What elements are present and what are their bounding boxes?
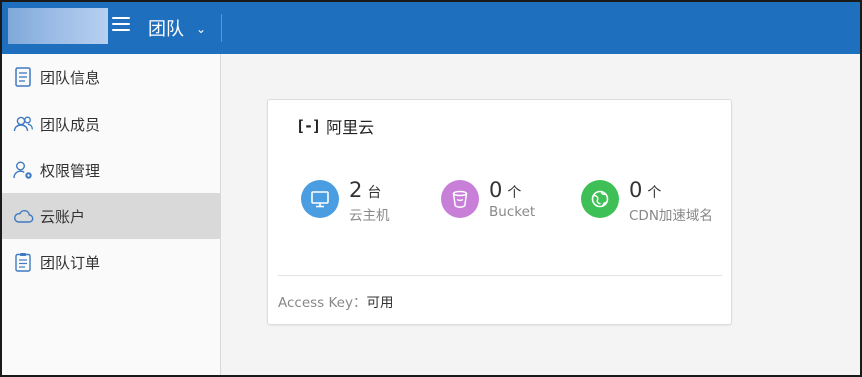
bucket-icon xyxy=(441,180,479,218)
team-switcher[interactable]: 团队 ⌄ xyxy=(148,14,206,42)
access-key-value: 可用 xyxy=(366,295,394,311)
stat-label: Bucket xyxy=(489,204,536,220)
sidebar-item-team-orders[interactable]: 团队订单 xyxy=(2,239,220,285)
access-key-status: Access Key：可用 xyxy=(278,291,393,311)
brand-name: 阿里云 xyxy=(326,118,375,137)
team-title: 团队 xyxy=(148,19,184,40)
sidebar-item-label: 团队成员 xyxy=(40,115,101,134)
topbar-divider xyxy=(221,14,222,42)
stat-buckets[interactable]: 0 个 Bucket xyxy=(441,178,535,220)
aliyun-logo-icon: [-] xyxy=(296,117,321,135)
card-divider xyxy=(278,275,722,276)
stat-unit: 个 xyxy=(507,185,522,201)
globe-icon xyxy=(581,180,619,218)
logo[interactable] xyxy=(8,8,108,44)
sidebar-item-label: 团队订单 xyxy=(40,253,101,272)
stat-label: 云主机 xyxy=(349,208,390,224)
sidebar-item-team-info[interactable]: 团队信息 xyxy=(2,54,220,100)
sidebar-item-team-members[interactable]: 团队成员 xyxy=(2,101,220,147)
sidebar-item-label: 权限管理 xyxy=(40,161,101,180)
stat-cdn-domains[interactable]: 0 个 CDN加速域名 xyxy=(581,178,713,224)
users-icon xyxy=(12,113,34,135)
stat-unit: 个 xyxy=(647,185,662,201)
sidebar-item-label: 团队信息 xyxy=(40,68,101,87)
stat-label: CDN加速域名 xyxy=(629,208,713,224)
stat-cloud-hosts[interactable]: 2 台 云主机 xyxy=(301,178,390,224)
user-settings-icon xyxy=(12,159,34,181)
stat-value: 0 xyxy=(629,178,643,202)
sidebar-item-permissions[interactable]: 权限管理 xyxy=(2,147,220,193)
stat-value: 0 xyxy=(489,178,503,202)
menu-icon[interactable] xyxy=(112,17,130,33)
monitor-icon xyxy=(301,180,339,218)
stat-value: 2 xyxy=(349,178,363,202)
access-key-label: Access Key： xyxy=(278,295,367,311)
cloud-icon xyxy=(12,205,34,227)
top-bar: 团队 ⌄ xyxy=(2,2,860,54)
cloud-account-card: [-] 阿里云 2 台 云主机 0 个 Bucket 0 个 CDN加速域名 A… xyxy=(267,99,732,325)
app-frame: 团队 ⌄ 团队信息 团队成员 权限管理 云账户 团队订单 [-] 阿里云 2 台… xyxy=(0,0,862,377)
document-icon xyxy=(12,66,34,88)
clipboard-icon xyxy=(12,251,34,273)
stat-unit: 台 xyxy=(367,185,382,201)
sidebar-item-cloud-account[interactable]: 云账户 xyxy=(2,193,220,239)
sidebar-item-label: 云账户 xyxy=(40,207,86,226)
sidebar: 团队信息 团队成员 权限管理 云账户 团队订单 xyxy=(2,54,221,375)
brand: [-] 阿里云 xyxy=(296,114,374,138)
chevron-down-icon: ⌄ xyxy=(196,22,207,36)
